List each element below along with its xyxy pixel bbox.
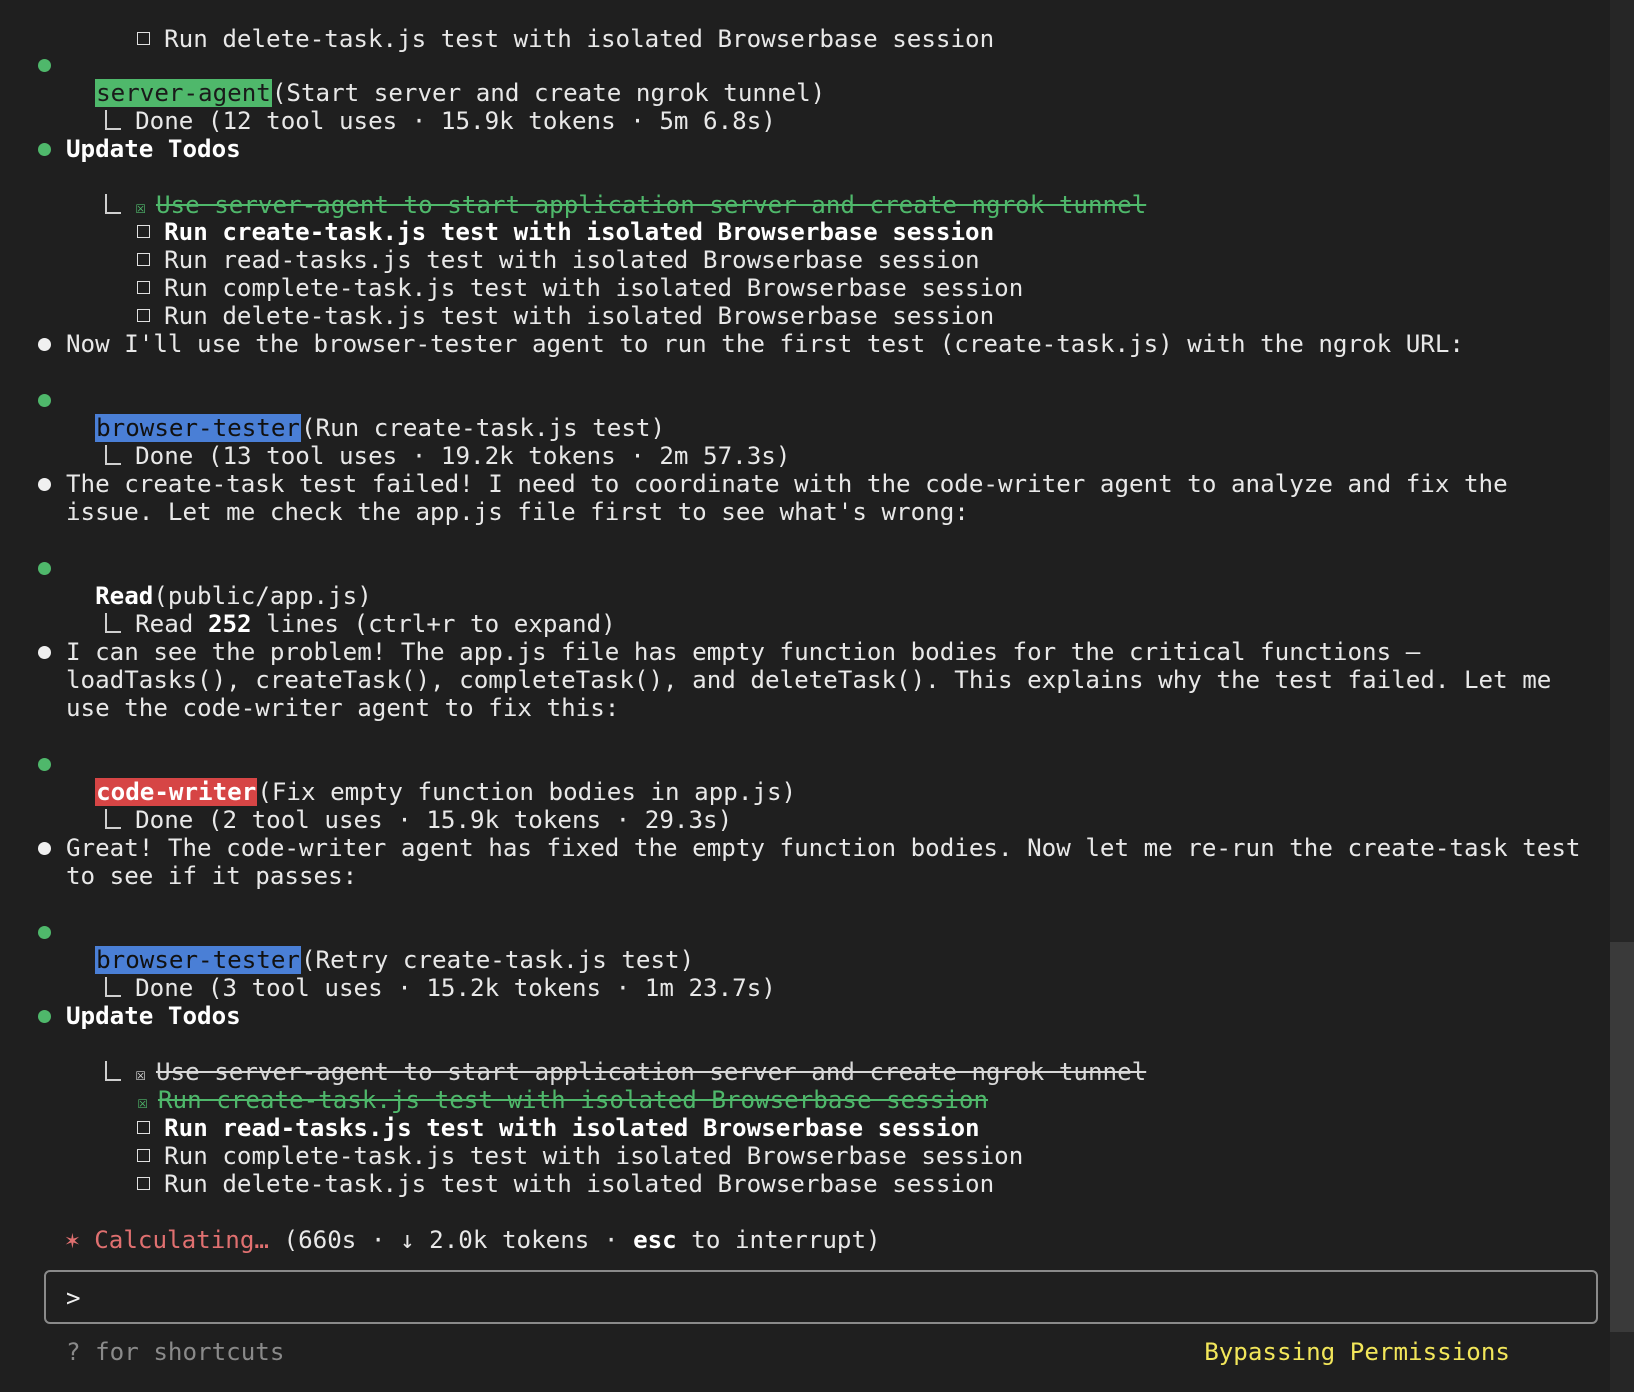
assistant-message-line: The create-task test failed! I need to c…	[66, 470, 1508, 498]
assistant-message-line: I can see the problem! The app.js file h…	[66, 638, 1421, 666]
agent-call: browser-tester(Retry create-task.js test…	[95, 946, 695, 974]
message-dot-icon	[38, 478, 51, 491]
todo-item-active: Run read-tasks.js test with isolated Bro…	[108, 1086, 980, 1142]
status-dot-icon	[38, 926, 51, 939]
todo-item: Run delete-task.js test with isolated Br…	[108, 1142, 994, 1198]
checkbox-icon	[137, 31, 151, 45]
assistant-message-line: Great! The code-writer agent has fixed t…	[66, 834, 1581, 862]
checkbox-icon	[137, 1176, 151, 1190]
tree-corner-icon	[105, 445, 122, 465]
status-dot-icon	[38, 394, 51, 407]
agent-call: server-agent(Start server and create ngr…	[95, 79, 826, 107]
assistant-message-line: issue. Let me check the app.js file firs…	[66, 498, 969, 526]
status-dot-icon	[38, 562, 51, 575]
todo-item: ☒ Use server-agent to start application s…	[76, 163, 1146, 219]
todo-item: Run delete-task.js test with isolated Br…	[108, 0, 994, 53]
prompt-input[interactable]: >	[44, 1270, 1598, 1324]
status-dot-icon	[38, 758, 51, 771]
assistant-message-line: use the code-writer agent to fix this:	[66, 694, 620, 722]
assistant-message-line: to see if it passes:	[66, 862, 358, 890]
agent-result: Done (2 tool uses · 15.9k tokens · 29.3s…	[76, 778, 732, 834]
section-title: Update Todos	[66, 135, 241, 163]
message-dot-icon	[38, 646, 51, 659]
assistant-message: Now I'll use the browser-tester agent to…	[66, 330, 1464, 358]
tree-corner-icon	[105, 809, 122, 829]
todo-item: Run complete-task.js test with isolated …	[108, 246, 1023, 302]
tree-corner-icon	[105, 977, 122, 997]
permission-mode[interactable]: Bypassing Permissions	[1204, 1338, 1510, 1366]
status-dot-icon	[38, 1010, 51, 1023]
tool-result[interactable]: Read 252 lines (ctrl+r to expand)	[76, 582, 616, 638]
todo-item: Run complete-task.js test with isolated …	[108, 1114, 1023, 1170]
todo-item: Run delete-task.js test with isolated Br…	[108, 274, 994, 330]
tree-corner-icon	[105, 613, 122, 633]
spinner-star-icon: ✶	[65, 1226, 80, 1254]
esc-key: esc	[633, 1226, 677, 1254]
agent-result: Done (3 tool uses · 15.2k tokens · 1m 23…	[76, 946, 776, 1002]
todo-item-active: Run create-task.js test with isolated Br…	[108, 190, 994, 246]
shortcuts-hint: ? for shortcuts	[66, 1338, 285, 1366]
status-label: Calculating…	[94, 1226, 269, 1254]
agent-call: browser-tester(Run create-task.js test)	[95, 414, 666, 442]
status-line: ✶ Calculating… (660s · ↓ 2.0k tokens · e…	[65, 1226, 881, 1254]
agent-call: code-writer(Fix empty function bodies in…	[95, 778, 797, 806]
todo-item: ☒ Run create-task.js test with isolated B…	[108, 1058, 988, 1114]
tree-corner-icon	[105, 110, 122, 130]
agent-result: Done (13 tool uses · 19.2k tokens · 2m 5…	[76, 414, 790, 470]
todo-item: Run read-tasks.js test with isolated Bro…	[108, 218, 980, 274]
tool-call: Read(public/app.js)	[95, 582, 372, 610]
status-dot-icon	[38, 143, 51, 156]
todo-item: ☒ Use server-agent to start application s…	[76, 1030, 1146, 1086]
prompt-caret: >	[66, 1284, 81, 1312]
agent-result: Done (12 tool uses · 15.9k tokens · 5m 6…	[76, 79, 776, 135]
status-dot-icon	[38, 59, 51, 72]
checkbox-icon	[137, 308, 151, 322]
scrollbar-thumb[interactable]	[1610, 942, 1634, 1332]
message-dot-icon	[38, 842, 51, 855]
message-dot-icon	[38, 338, 51, 351]
section-title: Update Todos	[66, 1002, 241, 1030]
assistant-message-line: loadTasks(), createTask(), completeTask(…	[66, 666, 1552, 694]
